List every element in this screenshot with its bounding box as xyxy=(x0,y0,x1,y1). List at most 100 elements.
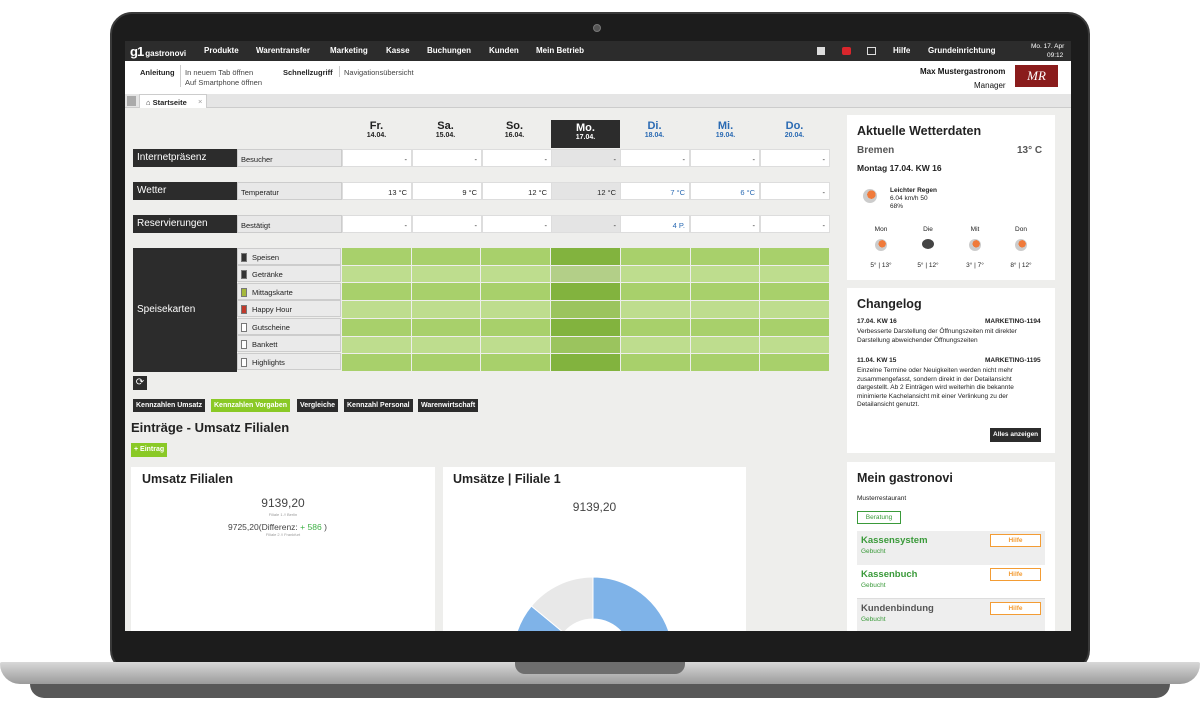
laptop-shadow xyxy=(30,684,1170,698)
availability-cell xyxy=(342,318,411,336)
product-row: Kassenbuch Gebucht Hilfe xyxy=(857,565,1045,599)
restaurant-logo-text: MR xyxy=(1027,68,1046,83)
screen-icon[interactable] xyxy=(867,47,876,55)
changelog-date: 17.04. KW 16 xyxy=(857,318,897,325)
product-status: Gebucht xyxy=(861,582,886,589)
cell: - xyxy=(760,149,830,167)
day-header-today: Mo. 17.04. xyxy=(551,120,620,148)
tab-close-icon[interactable]: × xyxy=(198,97,202,106)
menu-row-mittagskarte[interactable]: Mittagskarte xyxy=(237,283,341,300)
menu-row-highlights[interactable]: Highlights xyxy=(237,353,341,370)
divider xyxy=(180,65,181,87)
logo-mark: g1 xyxy=(130,44,144,59)
day-name: So. xyxy=(505,120,524,132)
menu-row-bankett[interactable]: Bankett xyxy=(237,335,341,352)
top-navigation: g1 gastronovi Produkte Warentransfer Mar… xyxy=(125,41,1071,61)
day-date: 17.04. xyxy=(575,134,596,141)
availability-cell xyxy=(690,354,760,371)
forecast-day: Don xyxy=(1015,226,1027,233)
help-button[interactable]: Hilfe xyxy=(990,568,1041,581)
nav-warentransfer[interactable]: Warentransfer xyxy=(256,46,310,55)
btn-vergleiche[interactable]: Vergleiche xyxy=(297,399,339,412)
availability-cell xyxy=(551,336,620,354)
nav-produkte[interactable]: Produkte xyxy=(204,46,239,55)
day-date: 14.04. xyxy=(366,132,387,139)
availability-cell xyxy=(342,336,411,354)
day-date: 18.04. xyxy=(644,132,665,139)
cell: - xyxy=(342,149,412,167)
logo[interactable]: g1 gastronovi xyxy=(130,44,186,59)
changelog-tag: MARKETING-1194 xyxy=(985,318,1041,325)
day-date: 20.04. xyxy=(784,132,805,139)
menu-row-speisen[interactable]: Speisen xyxy=(237,248,341,265)
day-date: 19.04. xyxy=(715,132,736,139)
diff-label: (Differenz: xyxy=(258,522,298,532)
availability-cell xyxy=(551,265,620,283)
show-all-button[interactable]: Alles anzeigen xyxy=(990,428,1042,442)
alert-icon[interactable] xyxy=(842,47,851,55)
availability-cell xyxy=(690,248,760,265)
forecast-day: Mit xyxy=(970,226,980,233)
register-icon[interactable] xyxy=(817,47,825,55)
cell: 9 °C xyxy=(412,182,482,200)
row-sub-bestaetigt: Bestätigt xyxy=(237,215,342,233)
availability-cell xyxy=(551,283,620,301)
btn-kennzahl-personal[interactable]: Kennzahl Personal xyxy=(344,399,413,412)
menu-row-gutscheine[interactable]: Gutscheine xyxy=(237,318,341,335)
menu-row-happy-hour[interactable]: Happy Hour xyxy=(237,300,341,317)
availability-cell xyxy=(481,336,551,354)
row-label-speisekarten: Speisekarten xyxy=(133,248,237,372)
btn-kennzahlen-umsatz[interactable]: Kennzahlen Umsatz xyxy=(133,399,206,412)
forecast-range: 5° | 13° xyxy=(870,262,892,269)
branch1-value: 9139,20 xyxy=(261,496,305,510)
rain-icon xyxy=(1015,239,1027,251)
day-header: So. 16.04. xyxy=(480,120,549,146)
tab-label: Startseite xyxy=(152,98,187,107)
collapse-icon[interactable] xyxy=(127,96,136,106)
nav-kasse[interactable]: Kasse xyxy=(386,46,410,55)
nav-overview-link[interactable]: Navigationsübersicht xyxy=(344,68,414,77)
nav-marketing[interactable]: Marketing xyxy=(330,46,368,55)
availability-cell xyxy=(620,354,690,371)
umsatz-filialen-card: Umsatz Filialen 9139,20 Filiale 1 // Ber… xyxy=(131,467,435,631)
restaurant-logo[interactable]: MR xyxy=(1015,65,1058,87)
availability-cell xyxy=(342,283,411,301)
forecast-range: 3° | 7° xyxy=(966,262,984,269)
menu-row-getraenke[interactable]: Getränke xyxy=(237,265,341,282)
branch2-label: Filiale 2 // Frankfurt xyxy=(265,532,301,537)
cell: - xyxy=(690,215,760,233)
availability-cell xyxy=(690,265,760,283)
availability-cell xyxy=(342,248,411,265)
tab-startseite[interactable]: ⌂ Startseite × xyxy=(139,94,207,108)
card-title: Umsätze | Filiale 1 xyxy=(453,472,561,486)
nav-buchungen[interactable]: Buchungen xyxy=(427,46,471,55)
nav-kunden[interactable]: Kunden xyxy=(489,46,519,55)
changelog-tag: MARKETING-1195 xyxy=(985,357,1041,364)
nav-mein-betrieb[interactable]: Mein Betrieb xyxy=(536,46,584,55)
menu-icon xyxy=(241,288,247,297)
open-in-tab-link[interactable]: In neuem Tab öffnen xyxy=(185,68,253,77)
btn-kennzahlen-vorgaben[interactable]: Kennzahlen Vorgaben xyxy=(211,399,290,412)
open-on-smartphone-link[interactable]: Auf Smartphone öffnen xyxy=(185,78,262,87)
beratung-button[interactable]: Beratung xyxy=(857,511,901,524)
nav-hilfe[interactable]: Hilfe xyxy=(893,46,910,55)
row-label-internet: Internetpräsenz xyxy=(133,149,237,167)
rain-icon xyxy=(969,239,981,251)
day-date: 15.04. xyxy=(435,132,456,139)
mein-title: Mein gastronovi xyxy=(857,471,953,485)
refresh-icon[interactable]: ⟳ xyxy=(133,376,147,390)
divider xyxy=(339,66,340,77)
weather-wind: 6.04 km/h 50 xyxy=(890,195,928,202)
availability-cell xyxy=(411,283,481,301)
screen: g1 gastronovi Produkte Warentransfer Mar… xyxy=(125,41,1071,631)
btn-warenwirtschaft[interactable]: Warenwirtschaft xyxy=(418,399,479,412)
cell: - xyxy=(760,182,830,200)
nav-grundeinrichtung[interactable]: Grundeinrichtung xyxy=(928,46,996,55)
main-content: Fr. 14.04. Sa. 15.04. So. 16.04. Mo. 17.04. … xyxy=(125,108,1071,631)
help-button[interactable]: Hilfe xyxy=(990,602,1041,615)
help-button[interactable]: Hilfe xyxy=(990,534,1041,547)
schnellzugriff-label[interactable]: Schnellzugriff xyxy=(283,68,333,77)
availability-cell xyxy=(411,248,481,265)
availability-cell xyxy=(411,265,481,283)
add-entry-button[interactable]: + Eintrag xyxy=(131,443,168,457)
